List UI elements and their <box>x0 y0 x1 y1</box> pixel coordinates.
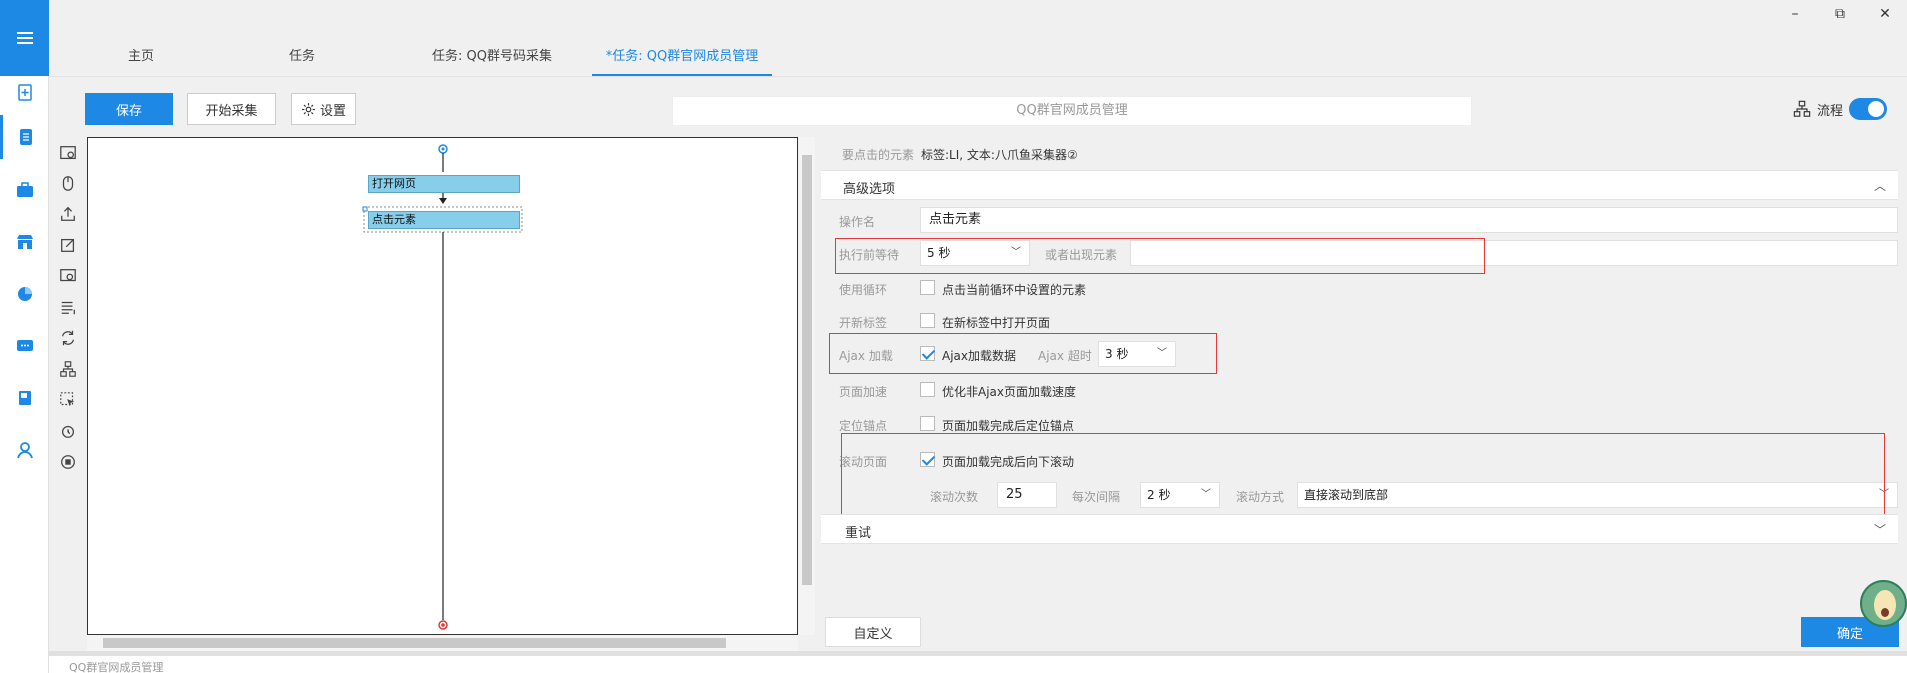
tool-captcha[interactable] <box>55 263 81 289</box>
loop-checkbox[interactable] <box>920 280 935 295</box>
click-target-label: 要点击的元素 <box>842 148 915 162</box>
speed-text: 优化非Ajax页面加载速度 <box>942 385 1076 399</box>
status-text: QQ群官网成员管理 <box>69 661 164 673</box>
briefcase-icon <box>16 182 33 197</box>
newtab-label: 开新标签 <box>839 316 888 330</box>
highlight-box-wait <box>835 238 1485 274</box>
book-icon <box>18 391 31 405</box>
loop-text: 点击当前循环中设置的元素 <box>942 283 1087 297</box>
start-collect-label: 开始采集 <box>205 103 258 119</box>
save-button[interactable]: 保存 <box>85 93 173 125</box>
assistant-avatar[interactable] <box>1860 580 1907 627</box>
tool-extract[interactable] <box>55 201 81 227</box>
cursor-select-icon <box>60 392 75 407</box>
open-page-icon <box>60 146 76 160</box>
flow-toggle-group: 流程 <box>1793 98 1888 120</box>
upload-icon <box>61 206 75 221</box>
advanced-options-title: 高级选项 <box>843 182 896 197</box>
store-icon <box>16 235 33 249</box>
newtab-checkbox[interactable] <box>920 313 935 328</box>
click-target-value: 标签:LI, 文本:八爪鱼采集器② <box>921 148 1078 162</box>
workflow-canvas[interactable]: 打开网页 点击元素 <box>87 137 798 635</box>
sidebar-item-messages[interactable] <box>0 324 49 368</box>
flowchart-icon <box>1793 100 1811 117</box>
tab-divider <box>49 76 1907 77</box>
sidebar-item-stats[interactable] <box>0 272 49 316</box>
retry-title: 重试 <box>845 526 872 541</box>
sitemap-icon <box>60 361 76 377</box>
edit-icon <box>61 238 75 252</box>
tool-open-page[interactable] <box>55 140 81 166</box>
sidebar-item-tutorial[interactable] <box>0 376 49 420</box>
anchor-checkbox[interactable] <box>920 416 935 431</box>
custom-button[interactable]: 自定义 <box>825 617 921 647</box>
retry-header[interactable]: 重试 ﹀ <box>821 514 1898 544</box>
tab-tasks[interactable]: 任务 <box>212 42 392 76</box>
search-box-icon <box>60 269 76 282</box>
flow-label: 流程 <box>1817 103 1844 119</box>
tool-input-text[interactable] <box>55 232 81 258</box>
pie-chart-icon <box>17 287 32 301</box>
highlight-box-scroll <box>841 433 1885 522</box>
advanced-options-header[interactable]: 高级选项 ︿ <box>821 170 1898 200</box>
chevron-up-icon: ︿ <box>1873 179 1886 193</box>
sidebar-item-store[interactable] <box>0 220 49 264</box>
settings-button[interactable]: 设置 <box>291 93 356 125</box>
tool-end[interactable] <box>55 449 81 475</box>
speed-label: 页面加速 <box>839 385 888 399</box>
hamburger-icon <box>16 37 33 39</box>
canvas-vertical-scrollbar[interactable] <box>799 137 815 635</box>
gear-icon <box>302 102 315 116</box>
tab-bar: 主页 任务 任务: QQ群号码采集 *任务: QQ群官网成员管理 <box>70 42 772 76</box>
tool-loop-list[interactable] <box>55 294 81 320</box>
minimize-button[interactable]: – <box>1780 6 1810 22</box>
anchor-label: 定位锚点 <box>839 419 888 433</box>
tool-switch[interactable] <box>55 418 81 444</box>
tab-qq-group-collect[interactable]: 任务: QQ群号码采集 <box>392 42 592 76</box>
cycle-icon <box>61 425 75 438</box>
tab-home[interactable]: 主页 <box>70 42 212 76</box>
sidebar-item-tasks[interactable] <box>0 115 49 159</box>
restore-button[interactable]: ⧉ <box>1825 6 1855 22</box>
canvas-horizontal-scrollbar[interactable] <box>87 635 798 651</box>
newtab-text: 在新标签中打开页面 <box>942 316 1051 330</box>
chat-icon <box>16 340 33 351</box>
avatar-mouth <box>1881 608 1889 617</box>
highlight-box-ajax <box>829 333 1217 374</box>
close-button[interactable]: ✕ <box>1870 6 1900 22</box>
flow-toggle[interactable] <box>1849 98 1888 120</box>
sidebar-item-new-task[interactable] <box>0 70 49 114</box>
tab-qq-group-members[interactable]: *任务: QQ群官网成员管理 <box>592 42 772 76</box>
settings-label: 设置 <box>319 103 346 119</box>
mouse-icon <box>62 176 74 191</box>
vertical-scroll-thumb[interactable] <box>802 155 812 585</box>
status-bar: QQ群官网成员管理 <box>49 655 1907 673</box>
stop-icon <box>61 455 75 469</box>
tool-branch[interactable] <box>55 356 81 382</box>
horizontal-scroll-thumb[interactable] <box>103 638 726 648</box>
sidebar-item-data[interactable] <box>0 168 49 212</box>
user-icon <box>16 442 33 459</box>
node-open-page[interactable]: 打开网页 <box>368 175 520 193</box>
chevron-down-icon: ﹀ <box>1873 523 1886 537</box>
speed-checkbox[interactable] <box>920 382 935 397</box>
anchor-text: 页面加载完成后定位锚点 <box>942 419 1075 433</box>
document-icon <box>20 129 32 145</box>
op-name-input[interactable]: 点击元素 <box>920 207 1898 233</box>
loop-label: 使用循环 <box>839 283 888 297</box>
node-click-element[interactable]: 点击元素 <box>368 211 520 229</box>
clipboard-plus-icon <box>17 84 32 101</box>
menu-button[interactable] <box>0 0 49 76</box>
start-collect-button[interactable]: 开始采集 <box>187 93 276 125</box>
tool-loop[interactable] <box>55 325 81 351</box>
op-name-label: 操作名 <box>839 215 876 229</box>
sidebar-item-account[interactable] <box>0 428 49 472</box>
tool-mouse-hover[interactable] <box>55 387 81 413</box>
left-sidebar <box>0 0 49 673</box>
list-icon <box>61 301 75 315</box>
refresh-icon <box>61 330 75 346</box>
tool-click[interactable] <box>55 170 81 196</box>
task-name-field[interactable]: QQ群官网成员管理 <box>672 96 1472 126</box>
